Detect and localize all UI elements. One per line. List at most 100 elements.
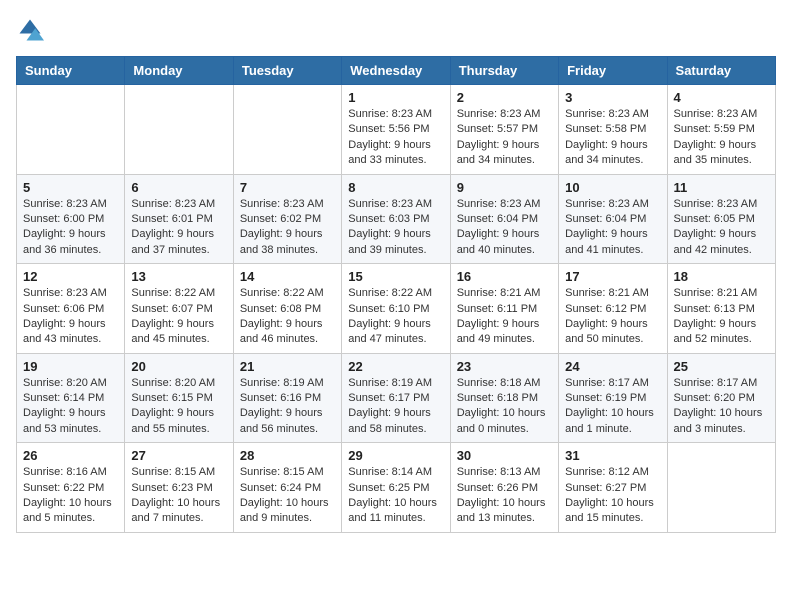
calendar-cell: 21Sunrise: 8:19 AM Sunset: 6:16 PM Dayli… — [233, 353, 341, 443]
page-header — [16, 16, 776, 44]
day-info: Sunrise: 8:23 AM Sunset: 6:05 PM Dayligh… — [674, 197, 769, 259]
calendar-cell: 27Sunrise: 8:15 AM Sunset: 6:23 PM Dayli… — [125, 443, 233, 533]
day-number: 26 — [23, 448, 118, 463]
calendar-cell: 9Sunrise: 8:23 AM Sunset: 6:04 PM Daylig… — [450, 174, 558, 264]
day-info: Sunrise: 8:18 AM Sunset: 6:18 PM Dayligh… — [457, 376, 552, 438]
day-info: Sunrise: 8:23 AM Sunset: 6:06 PM Dayligh… — [23, 286, 118, 348]
day-info: Sunrise: 8:23 AM Sunset: 6:03 PM Dayligh… — [348, 197, 443, 259]
calendar-table: SundayMondayTuesdayWednesdayThursdayFrid… — [16, 56, 776, 533]
day-number: 11 — [674, 180, 769, 195]
calendar-cell: 18 Sunrise: 8:21 AM Sunset: 6:13 PM Dayli… — [667, 264, 775, 354]
calendar-cell: 23 Sunrise: 8:18 AM Sunset: 6:18 PM Dayli… — [450, 353, 558, 443]
day-info: Sunrise: 8:21 AM Sunset: 6:12 PM Dayligh… — [565, 286, 660, 348]
day-number: 16 — [457, 269, 552, 284]
day-info: Sunrise: 8:15 AM Sunset: 6:24 PM Dayligh… — [240, 465, 335, 527]
logo — [16, 16, 50, 44]
day-info: Sunrise: 8:23 AM Sunset: 6:01 PM Dayligh… — [131, 197, 226, 259]
calendar-cell: 19 Sunrise: 8:20 AM Sunset: 6:14 PM Dayli… — [17, 353, 125, 443]
day-number: 12 — [23, 269, 118, 284]
day-number: 9 — [457, 180, 552, 195]
calendar-cell: 7 Sunrise: 8:23 AM Sunset: 6:02 PM Daylig… — [233, 174, 341, 264]
day-info: Sunrise: 8:14 AM Sunset: 6:25 PM Dayligh… — [348, 465, 443, 527]
day-header-monday: Monday — [125, 57, 233, 85]
day-info: Sunrise: 8:19 AM Sunset: 6:17 PM Dayligh… — [348, 376, 443, 438]
day-header-friday: Friday — [559, 57, 667, 85]
day-number: 30 — [457, 448, 552, 463]
day-number: 15 — [348, 269, 443, 284]
calendar-cell: 16 Sunrise: 8:21 AM Sunset: 6:11 PM Dayli… — [450, 264, 558, 354]
day-info: Sunrise: 8:23 AM Sunset: 5:57 PM Dayligh… — [457, 107, 552, 169]
calendar-cell: 20 Sunrise: 8:20 AM Sunset: 6:15 PM Dayli… — [125, 353, 233, 443]
calendar-cell — [667, 443, 775, 533]
day-number: 1 — [348, 90, 443, 105]
day-info: Sunrise: 8:23 AM Sunset: 5:56 PM Dayligh… — [348, 107, 443, 169]
day-number: 5 — [23, 180, 118, 195]
day-info: Sunrise: 8:22 AM Sunset: 6:07 PM Dayligh… — [131, 286, 226, 348]
day-info: Sunrise: 8:22 AM Sunset: 6:10 PM Dayligh… — [348, 286, 443, 348]
calendar-week-row: 12 Sunrise: 8:23 AM Sunset: 6:06 PM Dayli… — [17, 264, 776, 354]
calendar-cell: 29 Sunrise: 8:14 AM Sunset: 6:25 PM Dayli… — [342, 443, 450, 533]
day-number: 27 — [131, 448, 226, 463]
day-number: 13 — [131, 269, 226, 284]
calendar-cell: 11 Sunrise: 8:23 AM Sunset: 6:05 PM Dayli… — [667, 174, 775, 264]
day-info: Sunrise: 8:20 AM Sunset: 6:14 PM Dayligh… — [23, 376, 118, 438]
day-number: 10 — [565, 180, 660, 195]
calendar-cell: 12 Sunrise: 8:23 AM Sunset: 6:06 PM Dayli… — [17, 264, 125, 354]
day-header-thursday: Thursday — [450, 57, 558, 85]
calendar-cell: 28 Sunrise: 8:15 AM Sunset: 6:24 PM Dayli… — [233, 443, 341, 533]
calendar-header-row: SundayMondayTuesdayWednesdayThursdayFrid… — [17, 57, 776, 85]
day-info: Sunrise: 8:21 AM Sunset: 6:13 PM Dayligh… — [674, 286, 769, 348]
calendar-cell: 6 Sunrise: 8:23 AM Sunset: 6:01 PM Daylig… — [125, 174, 233, 264]
calendar-cell: 15 Sunrise: 8:22 AM Sunset: 6:10 PM Dayli… — [342, 264, 450, 354]
day-number: 25 — [674, 359, 769, 374]
day-info: Sunrise: 8:20 AM Sunset: 6:15 PM Dayligh… — [131, 376, 226, 438]
day-header-wednesday: Wednesday — [342, 57, 450, 85]
calendar-cell: 31 Sunrise: 8:12 AM Sunset: 6:27 PM Dayli… — [559, 443, 667, 533]
logo-icon — [16, 16, 44, 44]
day-info: Sunrise: 8:13 AM Sunset: 6:26 PM Dayligh… — [457, 465, 552, 527]
day-number: 14 — [240, 269, 335, 284]
day-info: Sunrise: 8:21 AM Sunset: 6:11 PM Dayligh… — [457, 286, 552, 348]
calendar-cell: 25 Sunrise: 8:17 AM Sunset: 6:20 PM Dayli… — [667, 353, 775, 443]
day-number: 20 — [131, 359, 226, 374]
day-number: 19 — [23, 359, 118, 374]
day-info: Sunrise: 8:23 AM Sunset: 5:58 PM Dayligh… — [565, 107, 660, 169]
day-header-saturday: Saturday — [667, 57, 775, 85]
day-number: 6 — [131, 180, 226, 195]
calendar-cell: 17 Sunrise: 8:21 AM Sunset: 6:12 PM Dayli… — [559, 264, 667, 354]
calendar-cell: 10 Sunrise: 8:23 AM Sunset: 6:04 PM Dayli… — [559, 174, 667, 264]
calendar-cell: 2 Sunrise: 8:23 AM Sunset: 5:57 PM Daylig… — [450, 85, 558, 175]
calendar-cell: 24Sunrise: 8:17 AM Sunset: 6:19 PM Dayli… — [559, 353, 667, 443]
day-info: Sunrise: 8:12 AM Sunset: 6:27 PM Dayligh… — [565, 465, 660, 527]
day-number: 8 — [348, 180, 443, 195]
day-info: Sunrise: 8:17 AM Sunset: 6:20 PM Dayligh… — [674, 376, 769, 438]
calendar-cell: 22 Sunrise: 8:19 AM Sunset: 6:17 PM Dayli… — [342, 353, 450, 443]
day-number: 2 — [457, 90, 552, 105]
calendar-cell: 14 Sunrise: 8:22 AM Sunset: 6:08 PM Dayli… — [233, 264, 341, 354]
calendar-cell: 13 Sunrise: 8:22 AM Sunset: 6:07 PM Dayli… — [125, 264, 233, 354]
calendar-cell: 26 Sunrise: 8:16 AM Sunset: 6:22 PM Dayli… — [17, 443, 125, 533]
day-header-sunday: Sunday — [17, 57, 125, 85]
day-info: Sunrise: 8:16 AM Sunset: 6:22 PM Dayligh… — [23, 465, 118, 527]
day-number: 29 — [348, 448, 443, 463]
day-info: Sunrise: 8:19 AM Sunset: 6:16 PM Dayligh… — [240, 376, 335, 438]
day-info: Sunrise: 8:23 AM Sunset: 6:04 PM Dayligh… — [565, 197, 660, 259]
calendar-cell — [17, 85, 125, 175]
day-number: 28 — [240, 448, 335, 463]
day-info: Sunrise: 8:22 AM Sunset: 6:08 PM Dayligh… — [240, 286, 335, 348]
calendar-cell: 30 Sunrise: 8:13 AM Sunset: 6:26 PM Dayli… — [450, 443, 558, 533]
calendar-week-row: 5 Sunrise: 8:23 AM Sunset: 6:00 PM Daylig… — [17, 174, 776, 264]
day-number: 17 — [565, 269, 660, 284]
day-number: 23 — [457, 359, 552, 374]
day-info: Sunrise: 8:23 AM Sunset: 6:02 PM Dayligh… — [240, 197, 335, 259]
day-number: 22 — [348, 359, 443, 374]
day-number: 31 — [565, 448, 660, 463]
calendar-week-row: 1 Sunrise: 8:23 AM Sunset: 5:56 PM Daylig… — [17, 85, 776, 175]
day-number: 18 — [674, 269, 769, 284]
day-header-tuesday: Tuesday — [233, 57, 341, 85]
day-number: 7 — [240, 180, 335, 195]
day-info: Sunrise: 8:17 AM Sunset: 6:19 PM Dayligh… — [565, 376, 660, 438]
day-number: 3 — [565, 90, 660, 105]
day-info: Sunrise: 8:23 AM Sunset: 6:00 PM Dayligh… — [23, 197, 118, 259]
calendar-cell: 3 Sunrise: 8:23 AM Sunset: 5:58 PM Daylig… — [559, 85, 667, 175]
